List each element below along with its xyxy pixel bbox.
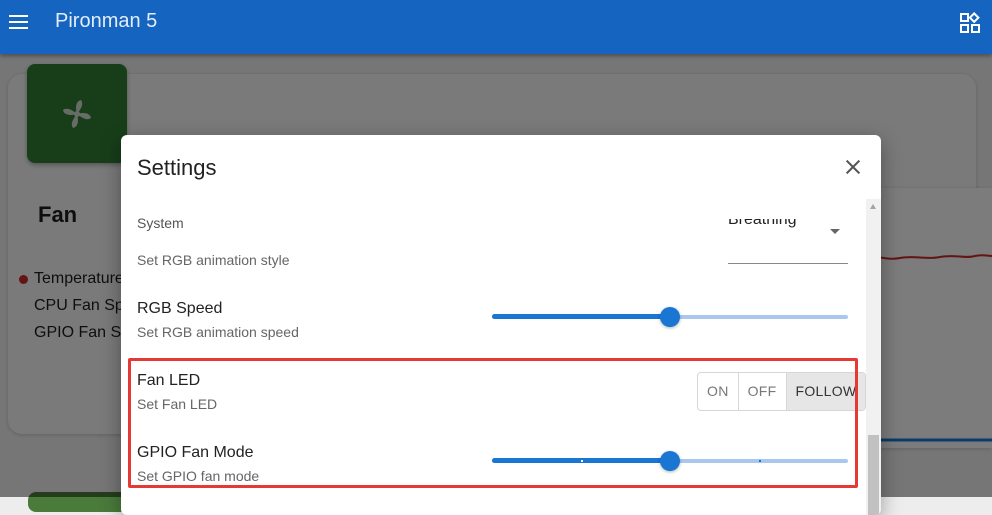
fan-led-description: Set Fan LED (137, 396, 218, 412)
fan-led-off-button[interactable]: OFF (739, 373, 787, 410)
app-bar: Pironman 5 (0, 0, 992, 54)
dialog-title: Settings (137, 155, 217, 180)
rgb-speed-slider[interactable] (492, 306, 848, 327)
menu-icon[interactable] (8, 10, 32, 34)
gpio-fan-mode-description: Set GPIO fan mode (137, 468, 260, 484)
close-icon[interactable] (843, 157, 863, 177)
slider-track (492, 314, 670, 319)
rgb-speed-description: Set RGB animation speed (137, 324, 299, 340)
fan-led-on-button[interactable]: ON (698, 373, 739, 410)
scroll-thumb[interactable] (868, 435, 879, 515)
rgb-speed-label: RGB Speed (137, 300, 223, 317)
fan-led-follow-button[interactable]: FOLLOW (786, 373, 866, 410)
slider-step-mark (759, 460, 761, 462)
chevron-down-icon (830, 229, 840, 234)
slider-thumb[interactable] (660, 451, 680, 471)
scrollbar[interactable] (866, 199, 881, 515)
settings-list: System Breathing Set RGB animation style… (121, 199, 866, 515)
slider-thumb[interactable] (660, 307, 680, 327)
fan-led-toggle-group: ON OFF FOLLOW (697, 372, 866, 411)
gpio-fan-mode-slider[interactable] (492, 450, 848, 471)
dashboard-grid-icon[interactable] (959, 11, 981, 34)
fan-led-label: Fan LED (137, 372, 201, 389)
app-title: Pironman 5 (55, 10, 158, 32)
gpio-fan-mode-label: GPIO Fan Mode (137, 444, 254, 461)
scroll-up-arrow-icon[interactable] (870, 204, 876, 209)
rgb-style-select[interactable]: Breathing (728, 219, 848, 264)
rgb-style-description: Set RGB animation style (137, 252, 290, 268)
section-label: System (137, 215, 184, 231)
slider-step-mark (581, 460, 583, 462)
settings-dialog: Settings System Breathing Set RGB animat… (121, 135, 881, 515)
rgb-style-value: Breathing (728, 219, 797, 228)
